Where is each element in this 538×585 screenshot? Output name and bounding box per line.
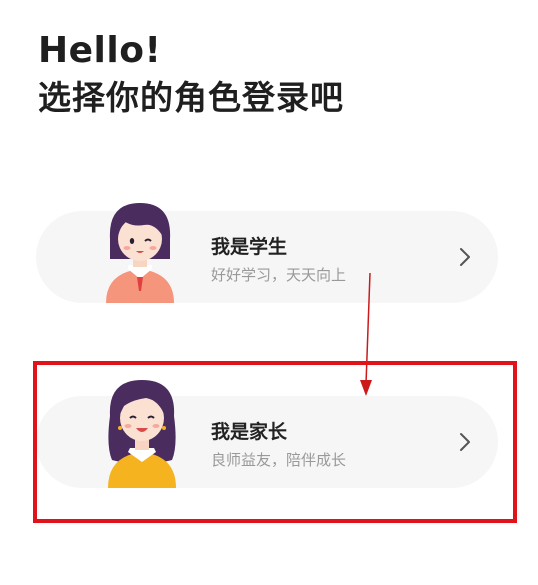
page-subtitle: 选择你的角色登录吧	[38, 78, 344, 117]
greeting-title: Hello!	[38, 30, 162, 71]
chevron-right-icon	[460, 433, 470, 451]
parent-avatar	[108, 380, 176, 488]
student-avatar	[106, 203, 174, 303]
student-role-description: 好好学习，天天向上	[211, 266, 347, 284]
student-role-title: 我是学生	[211, 236, 288, 258]
chevron-right-icon	[460, 248, 470, 266]
parent-role-title: 我是家长	[211, 421, 288, 443]
parent-role-card[interactable]: 我是家长 良师益友，陪伴成长	[36, 380, 498, 488]
parent-role-description: 良师益友，陪伴成长	[211, 451, 347, 469]
student-role-card[interactable]: 我是学生 好好学习，天天向上	[36, 203, 498, 303]
